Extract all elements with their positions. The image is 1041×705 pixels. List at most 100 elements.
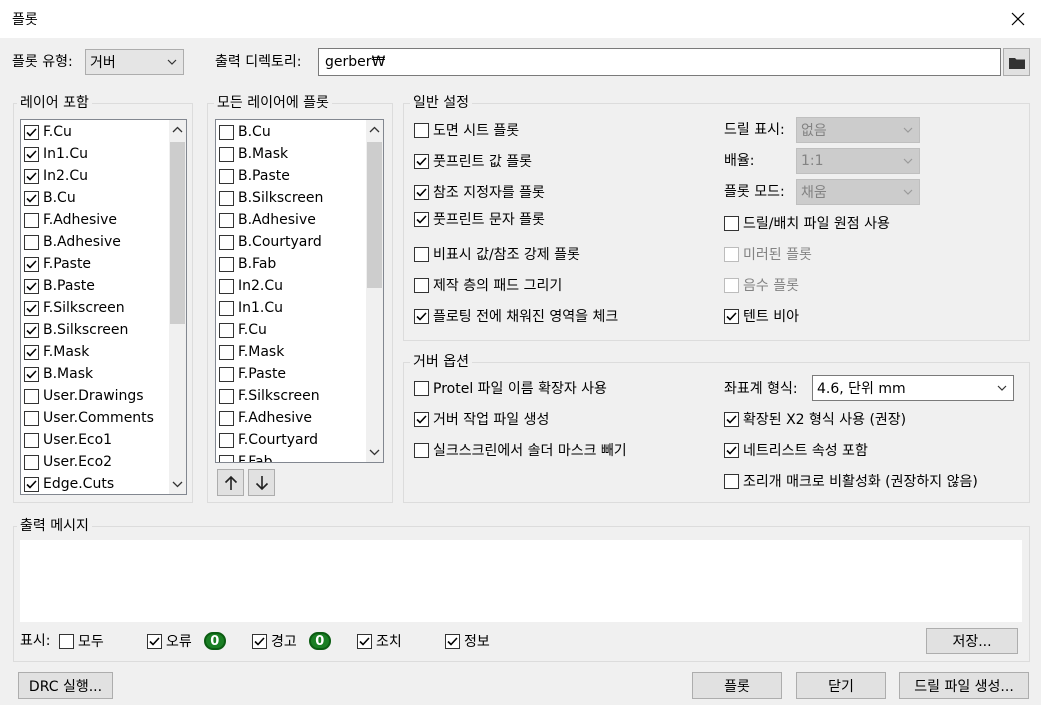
list-item[interactable]: F.Cu (219, 319, 267, 341)
option-checkbox[interactable]: Protel 파일 이름 확장자 사용 (414, 378, 607, 398)
list-item[interactable]: B.Courtyard (219, 231, 322, 253)
filter-all-checkbox[interactable]: 모두 (59, 631, 104, 651)
list-item[interactable]: In1.Cu (219, 297, 283, 319)
list-item[interactable]: B.Cu (24, 187, 76, 209)
output-dir-input[interactable]: gerber₩ (318, 48, 1001, 76)
list-item[interactable]: B.Mask (24, 363, 93, 385)
include-layers-list[interactable]: F.Cu In1.Cu In2.Cu B.Cu F.Adhesive B.Adhesive… (20, 119, 187, 495)
layer-label: F.Paste (43, 256, 92, 272)
option-checkbox[interactable]: 참조 지정자를 플롯 (414, 182, 545, 202)
all-layers-title: 모든 레이어에 플롯 (214, 94, 332, 112)
list-item[interactable]: B.Cu (219, 121, 271, 143)
filter-errors-checkbox[interactable]: 오류 0 (147, 631, 226, 651)
option-checkbox[interactable]: 조리개 매크로 비활성화 (권장하지 않음) (724, 471, 978, 491)
list-item[interactable]: B.Silkscreen (24, 319, 128, 341)
list-item[interactable]: F.Fab (219, 451, 273, 462)
filter-actions-checkbox[interactable]: 조치 (357, 631, 402, 651)
scroll-up-icon[interactable] (172, 126, 183, 134)
option-checkbox[interactable]: 플로팅 전에 채워진 영역을 체크 (414, 306, 618, 326)
list-item[interactable]: In2.Cu (24, 165, 88, 187)
checkbox-box (219, 366, 234, 382)
option-checkbox[interactable]: 거버 작업 파일 생성 (414, 409, 549, 429)
plot-type-select[interactable]: 거버 (85, 49, 184, 75)
list-item[interactable]: F.Paste (24, 253, 91, 275)
output-messages-title: 출력 메시지 (17, 517, 92, 535)
scroll-down-icon[interactable] (172, 480, 183, 488)
filter-warnings-checkbox[interactable]: 경고 0 (252, 631, 331, 651)
checkbox-box (724, 473, 739, 489)
save-messages-button[interactable]: 저장... (926, 628, 1018, 654)
list-item[interactable]: In2.Cu (219, 275, 283, 297)
list-item[interactable]: F.Mask (24, 341, 89, 363)
plot-button[interactable]: 플롯 (692, 672, 782, 699)
run-drc-button[interactable]: DRC 실행... (18, 672, 113, 699)
layer-label: In2.Cu (43, 168, 89, 184)
close-button[interactable]: 닫기 (796, 672, 886, 699)
list-item[interactable]: User.Eco1 (24, 429, 112, 451)
coord-format-select[interactable]: 4.6, 단위 mm (812, 375, 1014, 401)
list-item[interactable]: B.Adhesive (24, 231, 121, 253)
close-window-button[interactable] (995, 0, 1041, 38)
move-up-button[interactable] (217, 469, 244, 496)
list-item[interactable]: In1.Cu (24, 143, 88, 165)
move-down-button[interactable] (248, 469, 275, 496)
list-item[interactable]: F.Mask (219, 341, 284, 363)
list-item[interactable]: Edge.Cuts (24, 473, 114, 494)
checkbox-box (414, 277, 429, 293)
list-item[interactable]: B.Fab (219, 253, 276, 275)
list-item[interactable]: B.Mask (219, 143, 288, 165)
checkbox-box (24, 300, 39, 316)
scale-select[interactable]: 1:1 (796, 148, 920, 174)
scroll-up-icon[interactable] (369, 126, 380, 134)
list-item[interactable]: F.Silkscreen (24, 297, 125, 319)
list-item[interactable]: F.Adhesive (219, 407, 312, 429)
drill-marks-select[interactable]: 없음 (796, 117, 920, 143)
checkbox-box (724, 277, 739, 293)
option-checkbox[interactable]: 텐트 비아 (724, 306, 799, 326)
list-item[interactable]: B.Paste (24, 275, 95, 297)
list-item[interactable]: F.Paste (219, 363, 286, 385)
list-item[interactable]: User.Eco2 (24, 451, 112, 473)
scroll-thumb[interactable] (367, 142, 382, 288)
list-item[interactable]: B.Paste (219, 165, 290, 187)
list-item[interactable]: F.Adhesive (24, 209, 117, 231)
filter-all-label: 모두 (78, 634, 104, 650)
list-item[interactable]: B.Adhesive (219, 209, 316, 231)
checkbox-box (219, 278, 234, 294)
scroll-thumb[interactable] (170, 142, 185, 324)
checkbox-box (357, 633, 372, 649)
list-item[interactable]: F.Cu (24, 121, 72, 143)
all-layers-scrollbar[interactable] (366, 120, 383, 462)
chevron-down-icon (167, 59, 177, 65)
option-checkbox[interactable]: 풋프린트 문자 플롯 (414, 209, 545, 229)
option-checkbox[interactable]: 도면 시트 플롯 (414, 120, 519, 140)
option-checkbox[interactable]: 네트리스트 속성 포함 (724, 440, 868, 460)
list-item[interactable]: F.Silkscreen (219, 385, 320, 407)
scroll-down-icon[interactable] (369, 448, 380, 456)
option-checkbox[interactable]: 제작 층의 패드 그리기 (414, 275, 562, 295)
plot-mode-select[interactable]: 채움 (796, 179, 920, 205)
checkbox-box (24, 212, 39, 228)
generate-drill-files-button[interactable]: 드릴 파일 생성... (899, 672, 1029, 699)
layer-label: B.Mask (238, 146, 289, 162)
list-item[interactable]: User.Drawings (24, 385, 144, 407)
list-item[interactable]: B.Silkscreen (219, 187, 323, 209)
option-checkbox[interactable]: 확장된 X2 형식 사용 (권장) (724, 409, 906, 429)
checkbox-box (414, 246, 429, 262)
checkbox-box (24, 344, 39, 360)
checkbox-box (414, 153, 429, 169)
list-item[interactable]: User.Comments (24, 407, 154, 429)
include-layers-scrollbar[interactable] (169, 120, 186, 494)
include-layers-title: 레이어 포함 (17, 94, 92, 112)
layer-label: B.Fab (238, 256, 277, 272)
message-log[interactable] (20, 540, 1022, 622)
checkbox-box (219, 256, 234, 272)
list-item[interactable]: F.Courtyard (219, 429, 318, 451)
option-checkbox[interactable]: 드릴/배치 파일 원점 사용 (724, 213, 890, 233)
browse-folder-button[interactable] (1003, 48, 1030, 76)
all-layers-list[interactable]: B.Cu B.Mask B.Paste B.Silkscreen B.Adhesive B… (215, 119, 384, 463)
option-checkbox[interactable]: 실크스크린에서 솔더 마스크 빼기 (414, 440, 627, 460)
option-checkbox[interactable]: 풋프린트 값 플롯 (414, 151, 532, 171)
filter-infos-checkbox[interactable]: 정보 (445, 631, 490, 651)
option-checkbox[interactable]: 비표시 값/참조 강제 플롯 (414, 244, 580, 264)
